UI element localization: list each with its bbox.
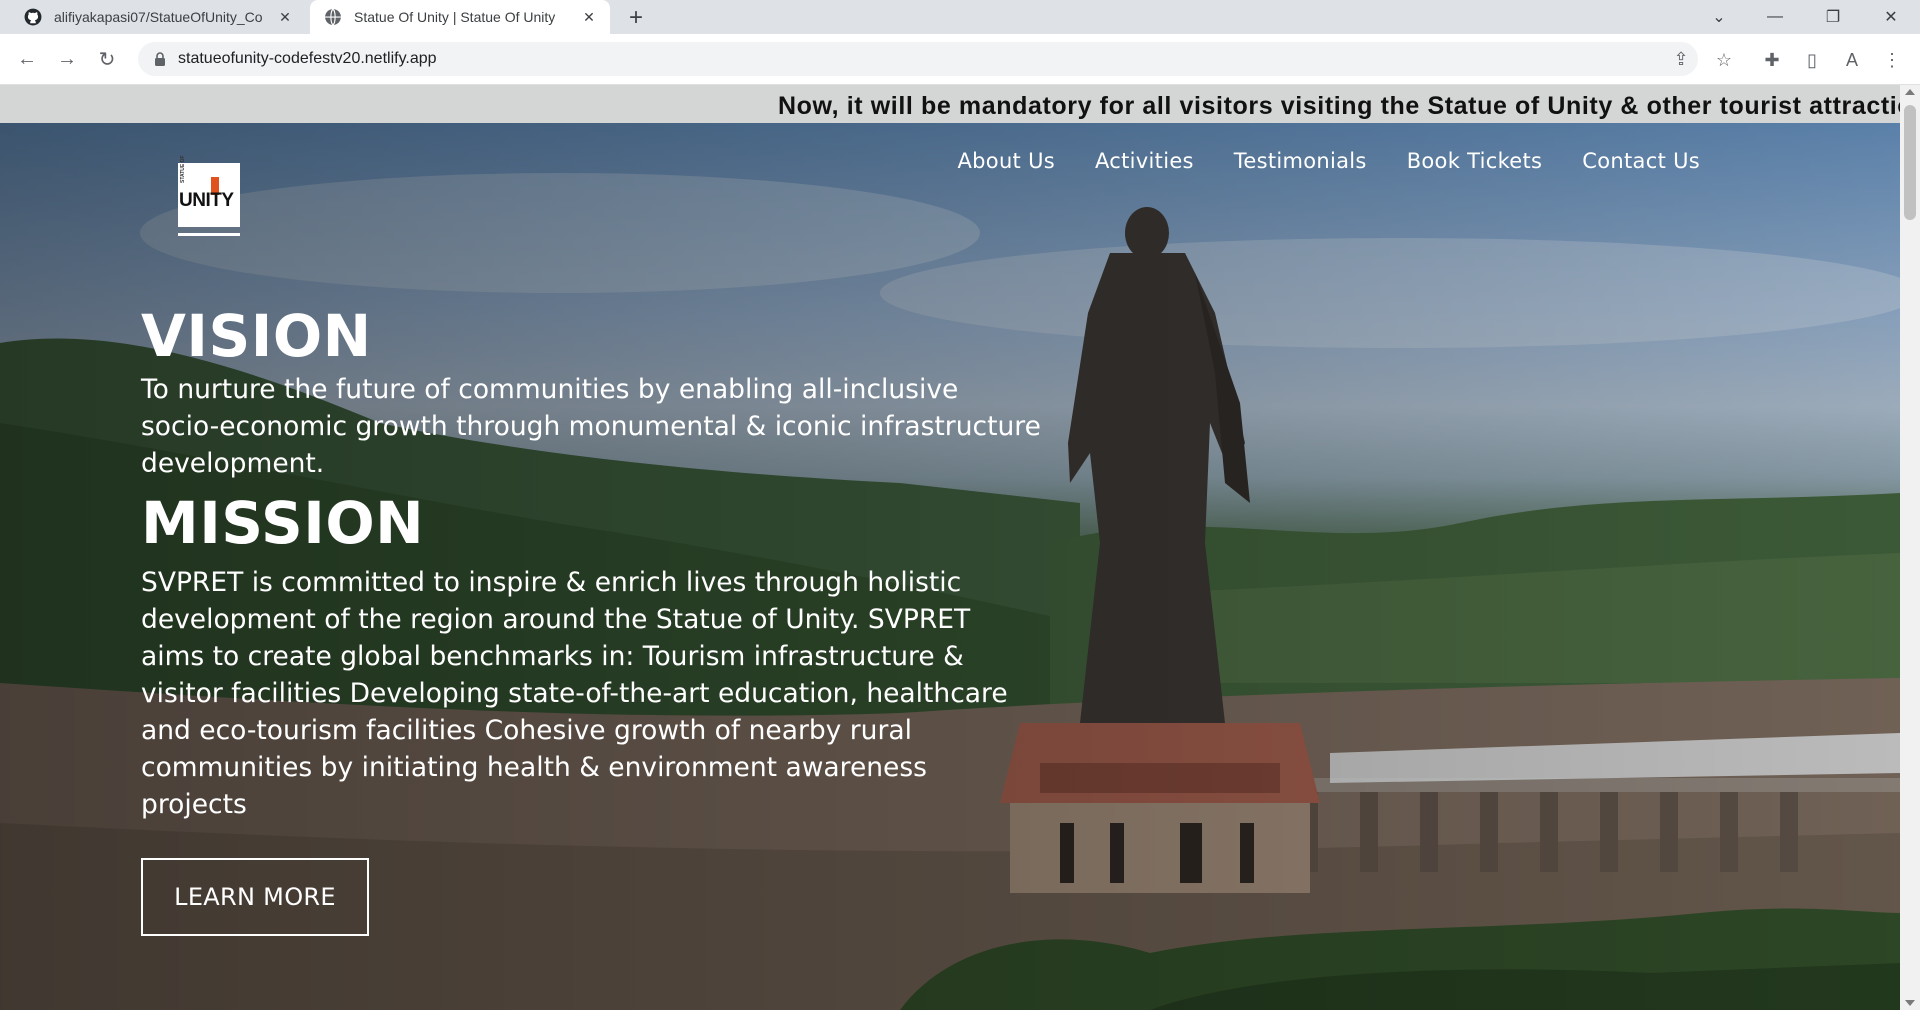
logo-underline — [178, 233, 240, 236]
tab-github[interactable]: alifiyakapasi07/StatueOfUnity_Co ✕ — [10, 0, 306, 34]
globe-icon — [325, 8, 341, 26]
share-icon[interactable]: ⇪ — [1670, 48, 1692, 70]
learn-more-button[interactable]: LEARN MORE — [141, 858, 369, 936]
page-viewport: Now, it will be mandatory for all visito… — [0, 85, 1900, 1010]
new-tab-button[interactable]: + — [622, 4, 650, 32]
vision-text: To nurture the future of communities by … — [141, 374, 1041, 479]
tab-search-chevron-down-icon[interactable]: ⌄ — [1696, 0, 1742, 34]
nav-testimonials[interactable]: Testimonials — [1234, 149, 1367, 173]
scroll-up-icon[interactable] — [1905, 89, 1915, 95]
vision-heading: VISION — [141, 302, 372, 370]
address-bar[interactable]: statueofunity-codefestv20.netlify.app ⇪ — [138, 42, 1698, 76]
mission-text: SVPRET is committed to inspire & enrich … — [141, 567, 1008, 820]
announcement-marquee: Now, it will be mandatory for all visito… — [0, 85, 1900, 123]
back-arrow-icon[interactable]: ← — [12, 44, 42, 74]
browser-tab-strip: alifiyakapasi07/StatueOfUnity_Co ✕ Statu… — [0, 0, 1920, 34]
reload-icon[interactable]: ↻ — [92, 44, 122, 74]
site-logo[interactable]: STATUE OF UNITY — [178, 155, 240, 227]
hero-section: STATUE OF UNITY About Us Activities Test… — [0, 123, 1900, 1010]
window-close-icon[interactable]: ✕ — [1868, 0, 1914, 34]
close-icon[interactable]: ✕ — [274, 6, 296, 28]
github-icon — [24, 8, 42, 26]
page-scrollbar[interactable] — [1900, 85, 1920, 1010]
minimize-icon[interactable]: — — [1752, 0, 1798, 34]
lock-icon — [155, 52, 165, 66]
restore-icon[interactable]: ❐ — [1810, 0, 1856, 34]
close-icon[interactable]: ✕ — [578, 6, 600, 28]
scroll-down-icon[interactable] — [1905, 1000, 1915, 1006]
main-nav: About Us Activities Testimonials Book Ti… — [958, 149, 1701, 173]
nav-contact-us[interactable]: Contact Us — [1582, 149, 1700, 173]
mission-heading: MISSION — [141, 489, 425, 557]
url-text: statueofunity-codefestv20.netlify.app — [178, 50, 437, 67]
logo-word: UNITY — [179, 190, 234, 211]
browser-toolbar: ← → ↻ statueofunity-codefestv20.netlify.… — [0, 34, 1920, 85]
nav-book-tickets[interactable]: Book Tickets — [1407, 149, 1543, 173]
tab-title: alifiyakapasi07/StatueOfUnity_Co — [54, 9, 263, 25]
menu-kebab-icon[interactable]: ⋮ — [1880, 48, 1904, 72]
hero-content: VISION To nurture the future of communit… — [141, 301, 1041, 823]
extensions-puzzle-icon[interactable]: ✚ — [1760, 48, 1784, 72]
forward-arrow-icon[interactable]: → — [52, 44, 82, 74]
bookmark-star-icon[interactable]: ☆ — [1712, 48, 1736, 72]
nav-activities[interactable]: Activities — [1095, 149, 1194, 173]
nav-about-us[interactable]: About Us — [958, 149, 1055, 173]
announcement-text: Now, it will be mandatory for all visito… — [778, 92, 1900, 120]
logo-small-text: STATUE OF — [180, 155, 186, 183]
side-panel-icon[interactable]: ▯ — [1800, 48, 1824, 72]
scrollbar-thumb[interactable] — [1904, 105, 1916, 220]
read-aloud-icon[interactable]: A — [1840, 48, 1864, 72]
tab-statue-of-unity[interactable]: Statue Of Unity | Statue Of Unity ✕ — [310, 0, 610, 34]
tab-title: Statue Of Unity | Statue Of Unity — [354, 9, 556, 25]
